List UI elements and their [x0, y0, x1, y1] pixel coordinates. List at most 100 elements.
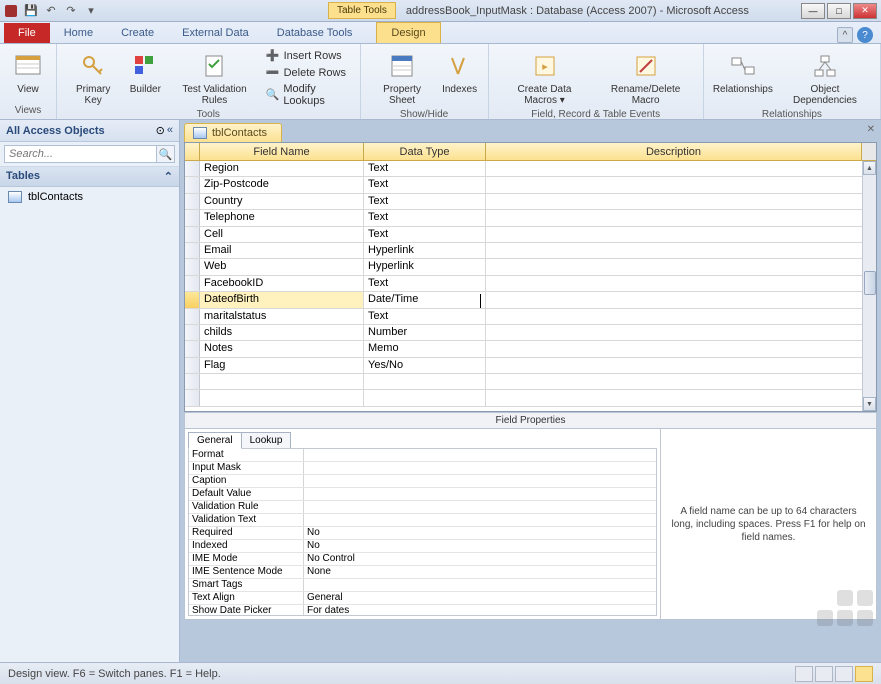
row-selector[interactable]	[185, 325, 200, 340]
field-name-cell[interactable]: childs	[200, 325, 364, 340]
nav-item-tblcontacts[interactable]: tblContacts	[0, 187, 179, 207]
tab-general[interactable]: General	[188, 432, 242, 449]
field-name-cell[interactable]: Notes	[200, 341, 364, 356]
data-type-cell[interactable]: Text	[364, 227, 486, 242]
row-selector[interactable]	[185, 194, 200, 209]
field-name-cell[interactable]: Email	[200, 243, 364, 258]
property-row[interactable]: Format	[189, 449, 656, 462]
table-row[interactable]: DateofBirth Date/Time	[185, 292, 876, 308]
help-icon[interactable]: ?	[857, 27, 873, 43]
description-cell[interactable]	[486, 177, 876, 192]
property-value[interactable]: No	[304, 527, 656, 539]
maximize-button[interactable]: □	[827, 3, 851, 19]
table-row[interactable]: Region Text	[185, 161, 876, 177]
property-row[interactable]: Text Align General	[189, 592, 656, 605]
file-tab[interactable]: File	[4, 23, 50, 43]
data-type-cell[interactable]: Number	[364, 325, 486, 340]
property-value[interactable]	[304, 501, 656, 513]
indexes-button[interactable]: Indexes	[440, 48, 480, 97]
row-selector[interactable]	[185, 390, 200, 405]
description-cell[interactable]	[486, 276, 876, 291]
test-validation-button[interactable]: Test Validation Rules	[169, 48, 259, 108]
table-row[interactable]	[185, 390, 876, 406]
table-row[interactable]: Cell Text	[185, 227, 876, 243]
description-cell[interactable]	[486, 210, 876, 225]
field-name-cell[interactable]: Region	[200, 161, 364, 176]
nav-dropdown-icon[interactable]: ⊙«	[156, 124, 173, 137]
property-row[interactable]: Smart Tags	[189, 579, 656, 592]
table-row[interactable]: Web Hyperlink	[185, 259, 876, 275]
property-row[interactable]: IME Mode No Control	[189, 553, 656, 566]
rename-delete-macro-button[interactable]: Rename/Delete Macro	[596, 48, 694, 108]
description-cell[interactable]	[486, 161, 876, 176]
description-cell[interactable]	[486, 390, 876, 405]
search-button[interactable]: 🔍	[157, 145, 175, 163]
description-cell[interactable]	[486, 325, 876, 340]
scroll-thumb[interactable]	[864, 271, 876, 295]
data-type-cell[interactable]: Text	[364, 194, 486, 209]
row-selector[interactable]	[185, 161, 200, 176]
create-data-macros-button[interactable]: ▸ Create Data Macros ▾	[497, 48, 593, 108]
scroll-up-button[interactable]: ▲	[863, 161, 876, 175]
field-name-cell[interactable]: maritalstatus	[200, 309, 364, 324]
property-row[interactable]: Default Value	[189, 488, 656, 501]
property-value[interactable]	[304, 449, 656, 461]
column-data-type[interactable]: Data Type	[364, 143, 486, 160]
minimize-button[interactable]: —	[801, 3, 825, 19]
table-row[interactable]: FacebookID Text	[185, 276, 876, 292]
field-name-cell[interactable]: Cell	[200, 227, 364, 242]
field-name-cell[interactable]: Flag	[200, 358, 364, 373]
description-cell[interactable]	[486, 227, 876, 242]
data-type-cell[interactable]: Hyperlink	[364, 243, 486, 258]
modify-lookups-button[interactable]: 🔍Modify Lookups	[264, 82, 352, 108]
description-cell[interactable]	[486, 341, 876, 356]
property-row[interactable]: Input Mask	[189, 462, 656, 475]
property-value[interactable]	[304, 488, 656, 500]
close-document-button[interactable]: ✕	[867, 124, 875, 135]
property-value[interactable]: For dates	[304, 605, 656, 616]
property-row[interactable]: Indexed No	[189, 540, 656, 553]
tab-external-data[interactable]: External Data	[168, 23, 263, 43]
property-row[interactable]: Caption	[189, 475, 656, 488]
field-name-cell[interactable]: Country	[200, 194, 364, 209]
table-row[interactable]: Country Text	[185, 194, 876, 210]
undo-icon[interactable]: ↶	[44, 4, 58, 18]
field-name-cell[interactable]: Web	[200, 259, 364, 274]
table-row[interactable]: Email Hyperlink	[185, 243, 876, 259]
description-cell[interactable]	[486, 309, 876, 324]
column-field-name[interactable]: Field Name	[200, 143, 364, 160]
data-type-cell[interactable]: Text	[364, 177, 486, 192]
tab-home[interactable]: Home	[50, 23, 107, 43]
description-cell[interactable]	[486, 243, 876, 258]
property-row[interactable]: Show Date Picker For dates	[189, 605, 656, 616]
minimize-ribbon-icon[interactable]: ^	[837, 27, 853, 43]
data-type-cell[interactable]: Text	[364, 210, 486, 225]
property-value[interactable]	[304, 514, 656, 526]
row-selector[interactable]	[185, 292, 200, 307]
vertical-scrollbar[interactable]: ▲ ▼	[862, 161, 876, 411]
field-name-cell[interactable]	[200, 390, 364, 405]
property-sheet-button[interactable]: Property Sheet	[369, 48, 436, 108]
row-selector[interactable]	[185, 358, 200, 373]
row-selector[interactable]	[185, 341, 200, 356]
tab-design[interactable]: Design	[376, 22, 440, 43]
data-type-cell[interactable]: Yes/No	[364, 358, 486, 373]
column-description[interactable]: Description	[486, 143, 862, 160]
row-selector[interactable]	[185, 210, 200, 225]
data-type-cell[interactable]: Hyperlink	[364, 259, 486, 274]
tab-lookup[interactable]: Lookup	[241, 432, 292, 449]
chart-view-button[interactable]	[835, 666, 853, 682]
relationships-button[interactable]: Relationships	[712, 48, 774, 97]
redo-icon[interactable]: ↷	[64, 4, 78, 18]
row-selector[interactable]	[185, 309, 200, 324]
close-button[interactable]: ✕	[853, 3, 877, 19]
data-type-cell[interactable]: Text	[364, 161, 486, 176]
pivot-view-button[interactable]	[815, 666, 833, 682]
property-row[interactable]: Required No	[189, 527, 656, 540]
row-selector[interactable]	[185, 243, 200, 258]
description-cell[interactable]	[486, 292, 876, 307]
property-value[interactable]: No Control	[304, 553, 656, 565]
property-value[interactable]: No	[304, 540, 656, 552]
data-type-cell[interactable]	[364, 374, 486, 389]
property-value[interactable]: General	[304, 592, 656, 604]
